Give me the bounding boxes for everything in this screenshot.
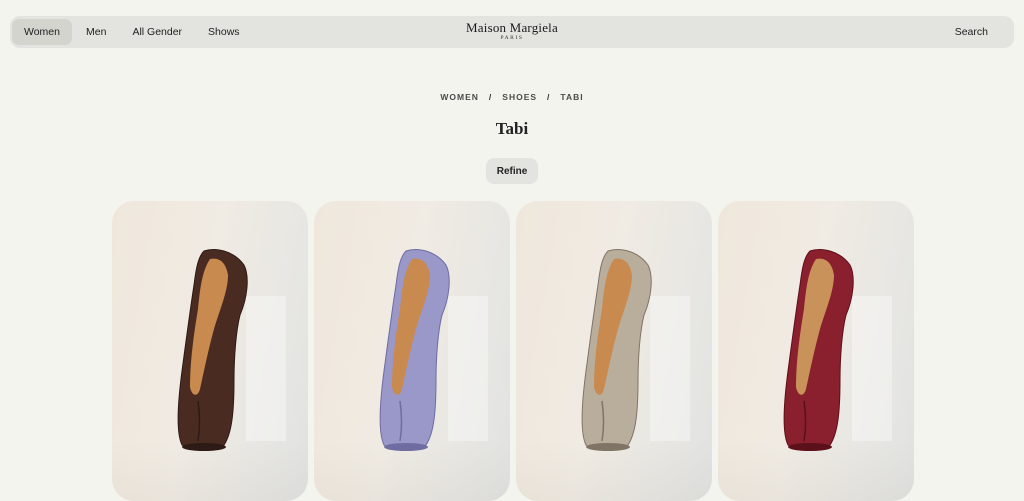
top-navigation-bar: Women Men All Gender Shows Maison Margie…	[10, 16, 1014, 48]
page-title: Tabi	[495, 119, 529, 138]
card-shade	[718, 441, 914, 501]
logo-wordmark: Maison Margiela	[466, 20, 558, 35]
product-card-lavender[interactable]	[314, 201, 510, 501]
main-nav: Women Men All Gender Shows	[10, 16, 252, 48]
breadcrumb-shoes[interactable]: SHOES	[502, 92, 537, 102]
card-shade	[516, 441, 712, 501]
product-card-brown[interactable]	[112, 201, 308, 501]
nav-all-gender[interactable]: All Gender	[120, 19, 194, 45]
breadcrumb-tabi[interactable]: TABI	[560, 92, 583, 102]
nav-women[interactable]: Women	[12, 19, 72, 45]
product-card-burgundy[interactable]	[718, 201, 914, 501]
breadcrumb-separator: /	[547, 92, 551, 102]
card-shade	[314, 441, 510, 501]
logo-subtitle: PARIS	[500, 35, 524, 41]
breadcrumb: WOMEN / SHOES / TABI	[0, 92, 1024, 102]
product-card-metallic[interactable]	[516, 201, 712, 501]
breadcrumb-women[interactable]: WOMEN	[440, 92, 479, 102]
search-button[interactable]: Search	[955, 16, 988, 48]
breadcrumb-separator: /	[488, 92, 493, 102]
brand-logo[interactable]: Maison Margiela PARIS	[466, 21, 558, 42]
refine-button[interactable]: Refine	[486, 158, 538, 184]
nav-men[interactable]: Men	[74, 19, 118, 45]
card-shade	[112, 441, 308, 501]
nav-shows[interactable]: Shows	[196, 19, 252, 45]
